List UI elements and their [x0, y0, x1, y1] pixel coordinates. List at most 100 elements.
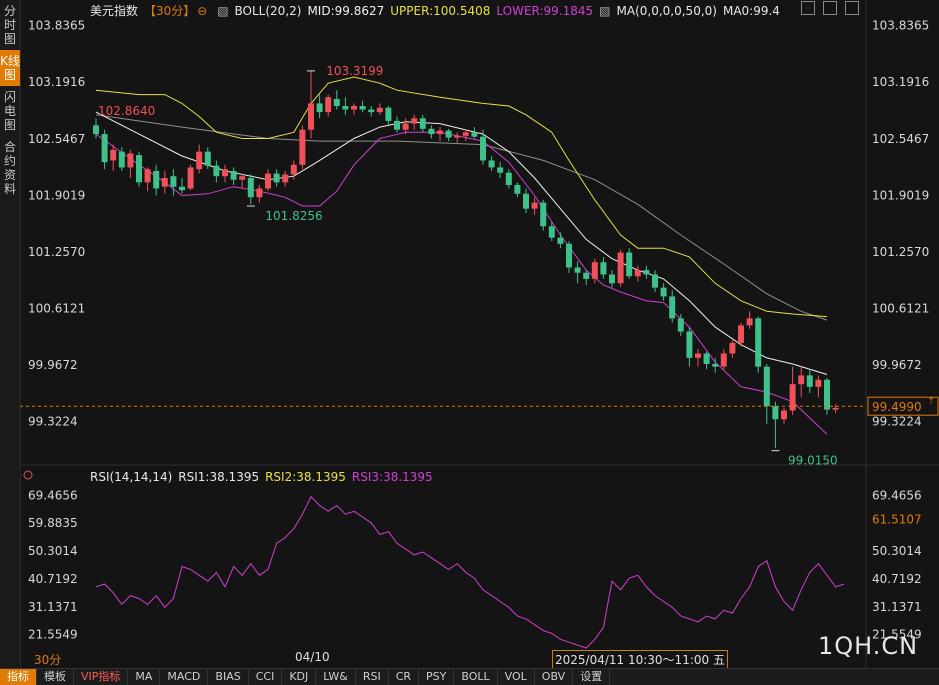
candle-body	[548, 226, 555, 238]
candle-body	[101, 134, 108, 163]
rsi-tick-right: 40.7192	[872, 572, 922, 586]
price-chart[interactable]: 103.8365 103.8365 103.1916 103.1916 102.5467…	[0, 0, 939, 684]
candle-body	[308, 103, 314, 130]
window-restore-icon[interactable]	[801, 1, 815, 15]
price-tick-left: 99.3224	[28, 415, 78, 429]
rsi-tick-left: 21.5549	[28, 628, 78, 642]
candle-body	[316, 103, 323, 113]
rsi-settings-icon	[23, 470, 33, 480]
candle-body	[720, 353, 727, 367]
tab-boll[interactable]: BOLL	[454, 669, 498, 685]
rsi-tick-left: 31.1371	[28, 600, 78, 614]
low1-annotation: 101.8256	[265, 209, 322, 223]
candle-body	[333, 98, 340, 106]
rsi-tick-right: 31.1371	[872, 600, 922, 614]
tab-templates[interactable]: 模板	[37, 669, 74, 685]
left-high-annotation: 102.8640	[98, 104, 155, 118]
candle-body	[342, 106, 349, 110]
candle-body	[144, 169, 151, 183]
candle-body	[480, 136, 486, 161]
tab-lw[interactable]: LW&	[316, 669, 356, 685]
candle-body	[394, 120, 400, 130]
candle-body	[634, 270, 641, 277]
watermark-logo: 1QH.CN	[818, 632, 919, 660]
candle-body	[411, 118, 418, 124]
candle-body	[402, 123, 409, 130]
rsi-tick-left: 69.4656	[28, 488, 78, 502]
price-tick-left: 103.1916	[28, 75, 85, 89]
candle-body	[282, 174, 289, 183]
candle-body	[127, 153, 134, 168]
candle-body	[256, 188, 263, 198]
candle-body	[815, 379, 822, 387]
boll-upper: UPPER:100.5408	[390, 4, 491, 18]
tab-ma[interactable]: MA	[128, 669, 161, 685]
rsi-tick-right: 69.4656	[872, 488, 922, 502]
candle-body	[213, 165, 220, 177]
rsi2-value: RSI2:38.1395	[265, 470, 346, 484]
ma-value: MA0:99.4	[722, 4, 780, 18]
boll-lower: LOWER:99.1845	[496, 4, 594, 18]
candle-body	[488, 160, 495, 168]
rsi-indicator-header: RSI(14,14,14) RSI1:38.1395 RSI2:38.1395 RSI…	[90, 470, 439, 484]
candle-body	[497, 167, 504, 173]
ma50-line	[95, 114, 828, 321]
candle-body	[617, 252, 624, 284]
tab-macd[interactable]: MACD	[160, 669, 209, 685]
candle-body	[712, 364, 719, 367]
price-tick-right: 99.3224	[872, 415, 922, 429]
main-indicator-header: 美元指数 【30分】 ⊖ ▧ BOLL(20,2) MID:99.8627 UPPER:1…	[90, 2, 786, 19]
period-badge[interactable]: 【30分】	[144, 4, 195, 18]
indicator-tab-bar: 指标 模板 VIP指标 MA MACD BIAS CCI KDJ LW& RSI CR PSY BOLL…	[0, 668, 939, 685]
candle-body	[609, 274, 615, 284]
rsi3-value: RSI3:38.1395	[351, 470, 433, 484]
tab-obv[interactable]: OBV	[535, 669, 574, 685]
tab-vip-indicators[interactable]: VIP指标	[74, 669, 129, 685]
period-label: 30分	[34, 653, 62, 667]
candle-body	[161, 177, 168, 187]
candle-body	[179, 186, 185, 191]
candle-body	[652, 274, 658, 288]
tab-psy[interactable]: PSY	[419, 669, 455, 685]
candle-body	[239, 176, 246, 180]
boll-mid-line	[95, 111, 828, 375]
tab-kdj[interactable]: KDJ	[282, 669, 317, 685]
boll-icon[interactable]: ▧	[217, 4, 228, 18]
tab-settings[interactable]: 设置	[573, 669, 611, 685]
candle-body	[643, 270, 650, 275]
window-maximize-icon[interactable]	[823, 1, 837, 15]
price-tick-right: 101.2570	[872, 245, 929, 259]
candle-body	[359, 106, 366, 110]
boll-label: BOLL(20,2)	[234, 4, 302, 18]
candle-body	[746, 318, 753, 326]
tab-cci[interactable]: CCI	[249, 669, 283, 685]
tab-vol[interactable]: VOL	[498, 669, 535, 685]
candle-body	[591, 262, 598, 279]
tab-cr[interactable]: CR	[389, 669, 420, 685]
current-price-value: 99.4990	[872, 400, 922, 414]
rsi-line	[95, 495, 845, 649]
ma-icon[interactable]: ▧	[599, 4, 610, 18]
candle-body	[376, 107, 383, 113]
rsi1-value: RSI1:38.1395	[178, 470, 260, 484]
window-close-icon[interactable]	[845, 1, 859, 15]
candle-body	[583, 272, 590, 279]
tab-bias[interactable]: BIAS	[208, 669, 249, 685]
candle-body	[514, 184, 521, 194]
price-tick-left: 101.2570	[28, 245, 85, 259]
candle-body	[445, 130, 452, 138]
candle-body	[93, 125, 99, 135]
tab-indicators[interactable]: 指标	[0, 669, 37, 685]
rsi-tick-left: 40.7192	[28, 572, 78, 586]
candle-body	[273, 173, 280, 183]
settings-circle-icon[interactable]: ⊖	[197, 4, 207, 18]
candle-body	[755, 318, 762, 367]
tab-rsi[interactable]: RSI	[356, 669, 389, 685]
candle-body	[153, 170, 160, 189]
candle-body	[419, 118, 426, 129]
candle-body	[230, 170, 237, 180]
candle-body	[136, 155, 142, 183]
price-tick-left: 102.5467	[28, 132, 85, 146]
low2-annotation: 99.0150	[788, 454, 838, 468]
candle-body	[187, 167, 194, 189]
